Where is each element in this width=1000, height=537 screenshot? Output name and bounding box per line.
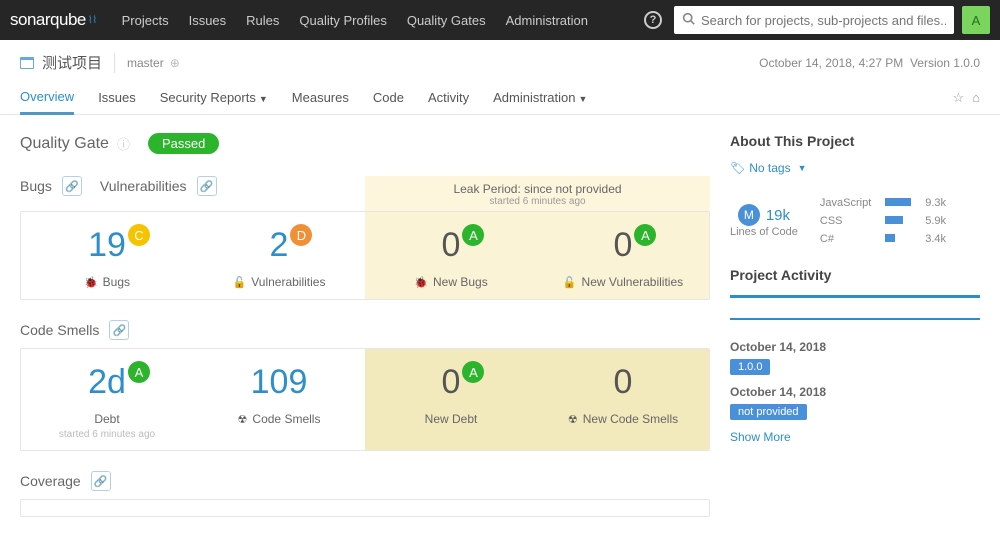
tab-issues[interactable]: Issues — [98, 82, 136, 113]
analysis-date: October 14, 2018, 4:27 PM Version 1.0.0 — [759, 56, 980, 70]
tag-icon: 🏷 — [730, 161, 745, 175]
new-bugs-metric[interactable]: 0A 🐞New Bugs — [365, 212, 537, 299]
smell-icon: ☢ — [568, 413, 578, 426]
activity-sparkline — [730, 318, 980, 320]
bugs-vulns-panel: 19C 🐞Bugs 2D 🔓Vulnerabilities 0A 🐞New Bu… — [20, 211, 710, 300]
rating-badge: A — [128, 361, 150, 383]
vulnerabilities-metric[interactable]: 2D 🔓Vulnerabilities — [193, 212, 365, 299]
rating-badge: D — [290, 224, 312, 246]
main-content: Quality Gate ⓘ Passed Bugs 🔗 Vulnerabili… — [0, 115, 1000, 537]
rating-badge: C — [128, 224, 150, 246]
lock-icon: 🔓 — [563, 276, 577, 289]
lang-row: JavaScript9.3k — [814, 195, 952, 211]
lang-row: CSS5.9k — [814, 213, 952, 229]
new-debt-metric[interactable]: 0A New Debt — [365, 349, 537, 450]
chevron-down-icon: ▼ — [798, 163, 807, 173]
star-icon[interactable]: ☆ — [952, 90, 964, 106]
activity-sparkline — [730, 295, 980, 298]
link-icon[interactable]: 🔗 — [91, 471, 111, 491]
link-icon[interactable]: 🔗 — [62, 176, 82, 196]
project-sidebar: About This Project 🏷 No tags ▼ M 19k Lin… — [730, 133, 980, 537]
loc-value[interactable]: 19k — [766, 207, 790, 224]
nav-quality-profiles[interactable]: Quality Profiles — [289, 13, 396, 28]
help-icon[interactable]: ? — [644, 11, 662, 29]
bugs-metric[interactable]: 19C 🐞Bugs — [21, 212, 193, 299]
new-code-smells-metric[interactable]: 0 ☢New Code Smells — [537, 349, 709, 450]
tab-administration[interactable]: Administration▼ — [493, 82, 587, 113]
logo[interactable]: sonarqube⌇⌇ — [10, 10, 97, 30]
tab-activity[interactable]: Activity — [428, 82, 469, 113]
activity-badge: 1.0.0 — [730, 359, 770, 375]
about-heading: About This Project — [730, 133, 980, 149]
code-smells-metric[interactable]: 109 ☢Code Smells — [193, 349, 365, 450]
lines-of-code-row: M 19k Lines of Code JavaScript9.3k CSS5.… — [730, 193, 980, 249]
quality-gate-label: Quality Gate — [20, 135, 109, 153]
lang-row: C#3.4k — [814, 231, 952, 247]
top-navbar: sonarqube⌇⌇ Projects Issues Rules Qualit… — [0, 0, 1000, 40]
home-icon[interactable]: ⌂ — [972, 90, 980, 106]
activity-date: October 14, 2018 — [730, 385, 980, 399]
add-branch-icon[interactable]: ⊕ — [170, 56, 180, 70]
project-name[interactable]: 测试项目 — [20, 52, 102, 73]
bugs-heading: Bugs — [20, 178, 52, 194]
quality-gate-status: Passed — [148, 133, 219, 154]
link-icon[interactable]: 🔗 — [197, 176, 217, 196]
tab-measures[interactable]: Measures — [292, 82, 349, 113]
activity-heading: Project Activity — [730, 267, 980, 283]
activity-date: October 14, 2018 — [730, 340, 980, 354]
rating-badge: A — [634, 224, 656, 246]
wave-icon: ⌇⌇ — [88, 15, 97, 26]
project-header: 测试项目 master⊕ October 14, 2018, 4:27 PM V… — [0, 40, 1000, 81]
show-more-link[interactable]: Show More — [730, 430, 980, 444]
debt-metric[interactable]: 2dA Debt started 6 minutes ago — [21, 349, 193, 450]
search-input[interactable] — [701, 13, 946, 28]
nav-rules[interactable]: Rules — [236, 13, 289, 28]
tags-selector[interactable]: 🏷 No tags ▼ — [730, 161, 980, 175]
link-icon[interactable]: 🔗 — [109, 320, 129, 340]
code-smells-panel: 2dA Debt started 6 minutes ago 109 ☢Code… — [20, 348, 710, 451]
smell-icon: ☢ — [238, 413, 248, 426]
nav-quality-gates[interactable]: Quality Gates — [397, 13, 496, 28]
leak-period-header: Leak Period: since not provided started … — [365, 176, 710, 211]
bug-icon: 🐞 — [84, 276, 98, 289]
activity-badge: not provided — [730, 404, 807, 420]
chevron-down-icon: ▼ — [578, 94, 587, 104]
loc-label: Lines of Code — [730, 226, 798, 238]
tab-security-reports[interactable]: Security Reports▼ — [160, 82, 268, 113]
nav-projects[interactable]: Projects — [112, 13, 179, 28]
rating-badge: A — [462, 361, 484, 383]
chevron-down-icon: ▼ — [259, 94, 268, 104]
tab-overview[interactable]: Overview — [20, 81, 74, 115]
project-subnav: Overview Issues Security Reports▼ Measur… — [0, 81, 1000, 115]
debt-note: started 6 minutes ago — [21, 429, 193, 440]
search-icon — [682, 12, 695, 28]
nav-issues[interactable]: Issues — [179, 13, 237, 28]
quality-gate-row: Quality Gate ⓘ Passed — [20, 133, 710, 154]
lock-icon: 🔓 — [233, 276, 247, 289]
search-box[interactable] — [674, 6, 954, 34]
coverage-heading: Coverage — [20, 473, 81, 489]
bug-icon: 🐞 — [414, 276, 428, 289]
user-avatar[interactable]: A — [962, 6, 990, 34]
coverage-panel — [20, 499, 710, 517]
vulnerabilities-heading: Vulnerabilities — [100, 178, 187, 194]
size-rating-badge: M — [738, 204, 760, 226]
project-icon — [20, 57, 34, 69]
rating-badge: A — [462, 224, 484, 246]
help-icon[interactable]: ⓘ — [117, 134, 130, 153]
nav-administration[interactable]: Administration — [496, 13, 598, 28]
code-smells-heading: Code Smells — [20, 322, 99, 338]
new-vulnerabilities-metric[interactable]: 0A 🔓New Vulnerabilities — [537, 212, 709, 299]
branch-selector[interactable]: master⊕ — [127, 56, 180, 70]
tab-code[interactable]: Code — [373, 82, 404, 113]
languages-table: JavaScript9.3k CSS5.9k C#3.4k — [812, 193, 954, 249]
